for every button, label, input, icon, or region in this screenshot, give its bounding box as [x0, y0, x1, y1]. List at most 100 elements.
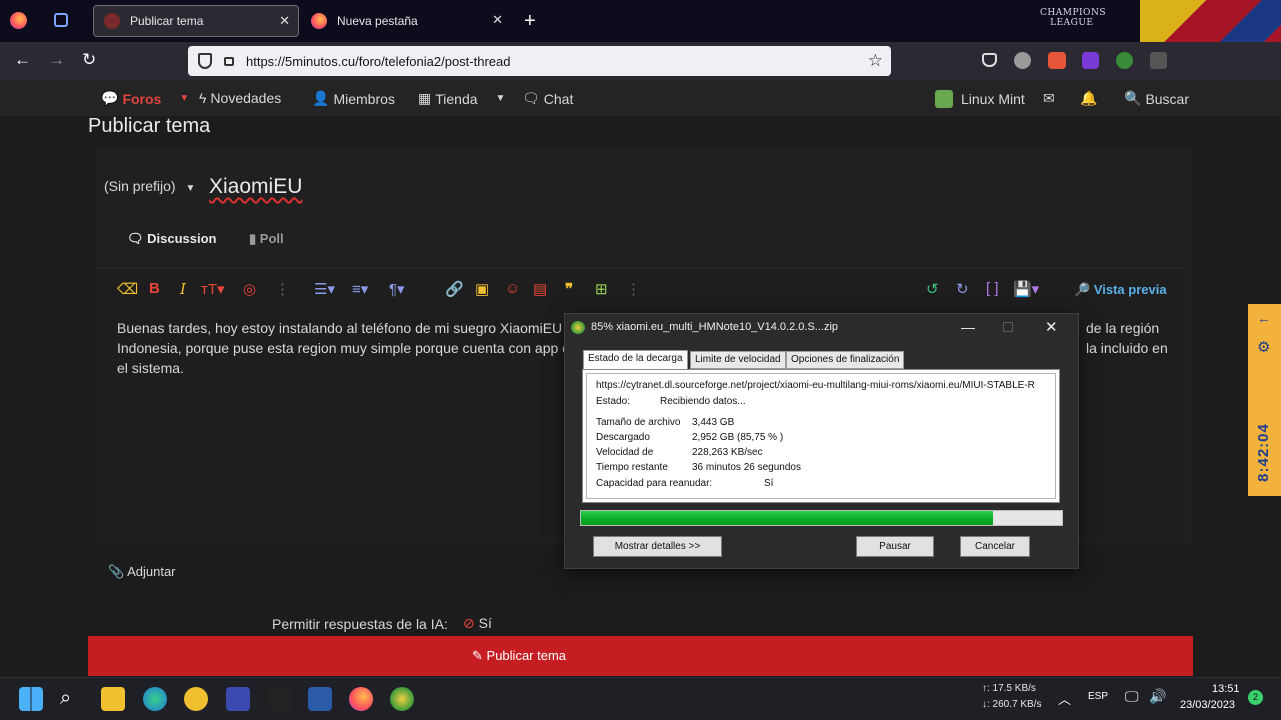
bookmark-star-icon[interactable]: ☆	[868, 51, 883, 71]
clock-time[interactable]: 13:51	[1212, 683, 1240, 695]
tab-label: Publicar tema	[130, 14, 204, 28]
file-size-value: 3,443 GB	[692, 417, 735, 428]
edge-icon[interactable]	[143, 687, 167, 711]
maximize-icon[interactable]	[1003, 322, 1013, 332]
prefix-dropdown[interactable]: (Sin prefijo) ▼	[104, 178, 195, 194]
nav-miembros[interactable]: 👤 Miembros	[312, 90, 395, 107]
firefox-favicon-icon	[311, 13, 327, 29]
minimize-icon[interactable]: —	[961, 319, 975, 335]
preview-button[interactable]: 🔎 Vista previa	[1074, 282, 1167, 298]
windows-start-icon[interactable]	[19, 687, 43, 711]
table-icon[interactable]: ⊞	[595, 280, 608, 298]
notification-badge[interactable]: 2	[1248, 690, 1263, 705]
media-icon[interactable]: ▤	[533, 280, 547, 298]
extension-box-icon[interactable]	[1150, 52, 1167, 69]
download-app-icon	[571, 321, 585, 334]
inbox-icon[interactable]: ✉	[1043, 90, 1055, 107]
back-arrow-icon[interactable]: ←	[14, 50, 31, 70]
extension-tab-icon[interactable]	[54, 13, 68, 27]
keyboard-language[interactable]: ESP	[1088, 691, 1108, 702]
image-icon[interactable]: ▣	[475, 280, 489, 298]
firefox-icon[interactable]	[10, 12, 27, 29]
tab-limite-velocidad[interactable]: Limite de velocidad	[690, 351, 786, 369]
downloaded-label: Descargado	[596, 432, 650, 443]
new-tab-plus-icon[interactable]: +	[524, 10, 536, 33]
list-icon[interactable]: ☰▾	[314, 280, 335, 298]
redo-icon[interactable]: ↻	[956, 280, 969, 298]
lock-icon[interactable]	[224, 57, 234, 66]
cancel-button[interactable]: Cancelar	[960, 536, 1030, 557]
tab-opciones-finalizacion[interactable]: Opciones de finalización	[786, 351, 905, 369]
file-explorer-icon[interactable]	[101, 687, 125, 711]
nav-chat[interactable]: 🗨 Chat	[522, 90, 573, 107]
close-icon[interactable]: ✕	[1045, 318, 1058, 336]
clock-time: 8:42:04	[1254, 423, 1272, 482]
app-yellow-icon[interactable]	[184, 687, 208, 711]
pause-button[interactable]: Pausar	[856, 536, 934, 557]
extension-purple-icon[interactable]	[1082, 52, 1099, 69]
network-download-speed: ↓: 260.7 KB/s	[982, 699, 1042, 710]
clock-date[interactable]: 23/03/2023	[1180, 699, 1235, 711]
tray-chevron-up-icon[interactable]: ︿	[1058, 689, 1071, 708]
extension-globe-icon[interactable]	[1116, 52, 1133, 69]
account-icon[interactable]	[1014, 52, 1031, 69]
app-n-icon[interactable]	[226, 687, 250, 711]
bbcode-icon[interactable]: [ ]	[986, 280, 999, 297]
search-icon: 🔍	[1124, 90, 1142, 106]
arrow-left-icon[interactable]: ←	[1257, 310, 1271, 326]
app-blue-icon[interactable]	[308, 687, 332, 711]
save-draft-icon[interactable]: 💾▾	[1013, 280, 1039, 298]
eraser-icon[interactable]: ⌫	[117, 280, 138, 298]
shield-icon[interactable]	[198, 53, 212, 69]
text-size-icon[interactable]: тT▾	[201, 280, 225, 298]
pocket-icon[interactable]	[982, 53, 997, 67]
nav-novedades[interactable]: ϟ Novedades	[199, 90, 281, 106]
thread-title-input[interactable]: XiaomiEU	[209, 175, 302, 199]
preview-icon: 🔎	[1074, 282, 1091, 297]
user-menu[interactable]: Linux Mint	[935, 90, 1025, 108]
quote-icon[interactable]: ❞	[565, 280, 573, 298]
theme-champions-league-logo: CHAMPIONS LEAGUE	[1040, 8, 1106, 28]
search-button[interactable]: 🔍 Buscar	[1124, 90, 1189, 107]
reload-icon[interactable]: ↻	[82, 50, 96, 70]
show-details-button[interactable]: Mostrar detalles >>	[593, 536, 722, 557]
tab-publicar-tema[interactable]: Publicar tema ✕	[93, 5, 299, 37]
message-body-right: de la región la incluido en	[1086, 320, 1168, 356]
bold-icon[interactable]: B	[149, 280, 160, 297]
more-dots-icon[interactable]: ⋮	[626, 280, 641, 298]
url-bar[interactable]: https://5minutos.cu/foro/telefonia2/post…	[188, 46, 891, 76]
bell-icon[interactable]: 🔔	[1080, 90, 1097, 107]
chat-icon: 🗨	[127, 231, 144, 246]
network-icon[interactable]: 🖵	[1125, 688, 1139, 705]
link-icon[interactable]: 🔗	[445, 280, 464, 298]
more-dots-icon[interactable]: ⋮	[275, 280, 290, 298]
extension-red-icon[interactable]	[1048, 52, 1066, 69]
tab-estado-descarga[interactable]: Estado de la decarga	[583, 350, 688, 370]
app-cat-icon[interactable]	[267, 687, 291, 711]
close-icon[interactable]: ✕	[279, 13, 290, 29]
palette-icon[interactable]: ◎	[243, 280, 256, 298]
gear-icon[interactable]: ⚙	[1257, 338, 1270, 356]
forward-arrow-icon[interactable]: →	[48, 50, 65, 70]
attach-button[interactable]: 📎 Adjuntar	[108, 564, 176, 580]
align-icon[interactable]: ≡▾	[352, 280, 368, 298]
firefox-icon[interactable]	[349, 687, 373, 711]
nav-foros[interactable]: 💬 Foros ▼	[101, 90, 189, 107]
emoji-icon[interactable]: ☺	[505, 280, 520, 297]
tab-label: Nueva pestaña	[337, 14, 418, 28]
nav-tienda[interactable]: ▦ Tienda ▼	[418, 90, 505, 107]
search-icon[interactable]: ⌕	[60, 687, 84, 711]
download-url: https://cytranet.dl.sourceforge.net/proj…	[596, 380, 1035, 391]
download-manager-icon[interactable]	[390, 687, 414, 711]
ai-replies-toggle[interactable]: ⊘ Sí	[463, 615, 492, 632]
paragraph-icon[interactable]: ¶▾	[389, 280, 405, 298]
tab-poll[interactable]: ▮ Poll	[249, 231, 284, 247]
tab-discussion[interactable]: 🗨 Discussion	[127, 231, 217, 247]
undo-icon[interactable]: ↺	[926, 280, 939, 298]
submit-label-wrap: ✎ Publicar tema	[472, 648, 567, 663]
speaker-icon[interactable]: 🔊	[1149, 688, 1166, 705]
submit-button[interactable]: ✎ Publicar tema	[88, 636, 1193, 676]
italic-icon[interactable]: I	[180, 280, 186, 298]
close-icon[interactable]: ✕	[492, 12, 503, 28]
tab-nueva-pestana[interactable]: Nueva pestaña ✕	[301, 5, 511, 37]
